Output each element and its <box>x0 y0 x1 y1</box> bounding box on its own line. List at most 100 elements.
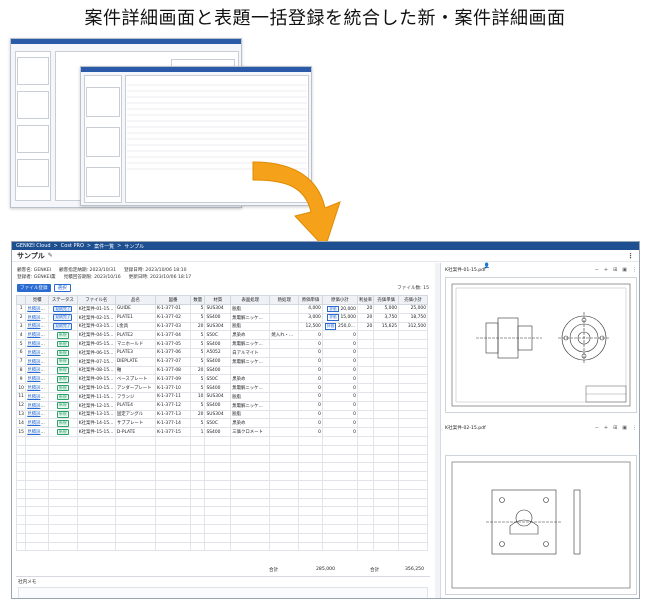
column-header[interactable]: 表面処理 <box>230 295 271 305</box>
pencil-icon[interactable]: ✎ <box>48 252 53 259</box>
cost-total-cell: 0 <box>321 339 358 349</box>
estimate-detail-link[interactable]: 見積詳細へ <box>27 360 47 365</box>
estimate-detail-link[interactable]: 見積詳細へ <box>27 395 47 400</box>
column-header[interactable]: 品名 <box>114 295 157 305</box>
estimate-detail-link[interactable]: 見積詳細へ <box>27 307 47 312</box>
price-total-cell <box>398 374 428 385</box>
column-header[interactable]: 利益率 <box>356 295 375 305</box>
column-header[interactable]: 図番 <box>155 295 192 305</box>
estimate-detail-link[interactable]: 見積詳細へ <box>27 377 47 382</box>
column-header[interactable]: 熱処理 <box>269 295 300 305</box>
column-header[interactable]: 売価小計 <box>398 295 428 305</box>
breadcrumb-item[interactable]: 案件一覧 <box>94 243 114 250</box>
table-row[interactable]: 5 見積詳細へ 新規 K社案件-05-15... マニホールド K-1-377-05 5 SS… <box>15 339 428 349</box>
estimate-detail-link[interactable]: 見積詳細へ <box>27 333 47 338</box>
price-total-cell <box>398 356 428 367</box>
estimate-detail-link[interactable]: 見積詳細へ <box>27 351 47 356</box>
evaluate-tag[interactable]: 評価 <box>327 305 339 313</box>
heat-cell <box>269 427 300 437</box>
name-cell: アンダープレート <box>114 383 157 393</box>
price-unit-cell: 3,750 <box>373 312 400 323</box>
zoom-in-icon[interactable]: + <box>604 425 608 431</box>
table-row[interactable]: 8 見積詳細へ 新規 K社案件-08-15... 軸 K-1-377-08 20 SS400 0… <box>15 365 428 376</box>
estimate-detail-link[interactable]: 見積詳細へ <box>27 316 47 321</box>
file-register-button[interactable]: ファイル登録 <box>17 284 51 292</box>
fit-page-icon[interactable]: ▣ <box>622 425 627 431</box>
table-row[interactable]: 4 見積詳細へ 新規 K社案件-04-15... PLATE2 K-1-377-04 5 S5… <box>15 330 428 341</box>
table-row[interactable]: 2 見積詳細へ 見積完了 K社案件-02-15... PLATE1 K-1-377-02 5… <box>15 312 428 323</box>
memo-textarea[interactable] <box>18 587 428 598</box>
no-cell: 14 <box>15 418 27 429</box>
table-row[interactable]: 12 見積詳細へ 新規 K社案件-12-15... PLATE4 K-1-377-12 5 S… <box>15 400 428 411</box>
name-cell: PLATE1 <box>114 312 157 323</box>
margin-cell <box>356 427 375 437</box>
heat-cell <box>269 347 300 358</box>
price-unit-cell <box>373 427 400 437</box>
empty-row <box>15 532 428 543</box>
grid-view-icon[interactable]: ⊞ <box>613 267 617 273</box>
evaluate-tag[interactable]: 評価 <box>327 314 339 321</box>
table-row[interactable]: 7 見積詳細へ 新規 K社案件-07-15... DIEPLATE K-1-377-07 5… <box>15 356 428 367</box>
evaluate-tag[interactable]: 評価 <box>324 323 337 330</box>
breadcrumb: GENKEI Cloud > Cost PRO > 案件一覧 > サンプル <box>16 242 145 250</box>
table-row[interactable]: 14 見積詳細へ 新規 K社案件-14-15... サブプレート K-1-377-14 5 S… <box>15 418 428 429</box>
column-header[interactable]: 売価単価 <box>373 295 400 305</box>
column-header[interactable]: 原価小計 <box>321 295 358 305</box>
table-row[interactable]: 13 見積詳細へ 新規 K社案件-13-15... 固定アングル K-1-377-13 20… <box>15 409 428 420</box>
estimate-detail-link[interactable]: 見積詳細へ <box>27 430 47 435</box>
table-row[interactable]: 9 見積詳細へ 新規 K社案件-09-15... ベースプレート K-1-377-09 5 S… <box>15 374 428 385</box>
estimate-detail-link[interactable]: 見積詳細へ <box>27 404 47 409</box>
table-row[interactable]: 15 見積詳細へ 新規 K社案件-15-15... D-PLATE K-1-377-15 1… <box>15 427 428 437</box>
table-row[interactable]: 6 見積詳細へ 新規 K社案件-06-15... PLATE3 K-1-377-06 5 A5… <box>15 347 428 358</box>
pdf-page[interactable] <box>445 277 637 413</box>
fit-page-icon[interactable]: ▣ <box>622 267 627 273</box>
pdf-page[interactable] <box>445 455 637 595</box>
drawing-cell: K-1-377-05 <box>155 339 192 349</box>
estimate-detail-link[interactable]: 見積詳細へ <box>27 342 47 347</box>
price-total-cell <box>398 418 428 429</box>
estimate-detail-link[interactable]: 見積詳細へ <box>27 324 47 329</box>
qty-cell: 1 <box>190 427 206 437</box>
zoom-in-icon[interactable]: + <box>604 267 608 273</box>
cost-unit-cell: 3,000 <box>298 312 323 323</box>
table-row[interactable]: 3 見積詳細へ 見積完了 K社案件-03-15... L金具 K-1-377-03 20 SU… <box>15 321 428 332</box>
select-button[interactable]: 選択 <box>53 284 71 292</box>
name-cell: DIEPLATE <box>114 356 157 367</box>
status-badge: 新規 <box>57 340 69 348</box>
grid-view-icon[interactable]: ⊞ <box>613 425 617 431</box>
column-header[interactable]: 見積 <box>25 295 49 305</box>
file-cell: K社案件-05-15... <box>76 339 116 349</box>
cost-total-cell: 20,000 <box>340 306 356 312</box>
estimate-detail-link[interactable]: 見積詳細へ <box>27 386 47 391</box>
empty-row <box>15 497 428 508</box>
empty-row <box>15 435 428 446</box>
column-header[interactable]: ステータス <box>47 295 78 305</box>
heat-cell: 焼入れ・焼戻し <box>269 330 300 341</box>
column-header[interactable]: 原価単価 <box>298 295 323 305</box>
empty-row <box>15 471 428 481</box>
zoom-out-icon[interactable]: − <box>595 425 599 431</box>
cost-total-cell: 0 <box>321 356 358 367</box>
breadcrumb-item[interactable]: Cost PRO <box>61 243 84 250</box>
more-icon[interactable]: ⋮ <box>632 425 637 431</box>
zoom-out-icon[interactable]: − <box>595 267 599 273</box>
price-unit-cell <box>373 383 400 393</box>
estimate-detail-link[interactable]: 見積詳細へ <box>27 421 47 426</box>
cost-unit-cell: 0 <box>298 409 323 420</box>
column-header[interactable]: 数量 <box>190 295 206 305</box>
estimate-detail-link[interactable]: 見積詳細へ <box>27 412 47 417</box>
file-cell: K社案件-14-15... <box>76 418 116 429</box>
table-row[interactable]: 10 見積詳細へ 新規 K社案件-10-15... アンダープレート K-1-377-10… <box>15 383 428 393</box>
more-menu-icon[interactable]: ⋮ <box>627 252 634 260</box>
margin-cell: 20 <box>356 321 375 332</box>
column-header[interactable]: 材質 <box>204 295 232 305</box>
column-header[interactable] <box>15 295 27 305</box>
more-icon[interactable]: ⋮ <box>632 267 637 273</box>
estimate-detail-link[interactable]: 見積詳細へ <box>27 368 47 373</box>
table-row[interactable]: 11 見積詳細へ 新規 K社案件-11-15... フランジ K-1-377-11 10 SU… <box>15 391 428 402</box>
column-header[interactable]: ファイル名 <box>76 295 116 305</box>
table-row[interactable]: 1 見積詳細へ 見積完了 K社案件-01-15... GUIDE K-1-377-01 5 S… <box>15 304 428 314</box>
material-cell: SS400 <box>204 383 232 393</box>
no-cell: 10 <box>15 383 27 393</box>
breadcrumb-item[interactable]: GENKEI Cloud <box>16 243 51 250</box>
